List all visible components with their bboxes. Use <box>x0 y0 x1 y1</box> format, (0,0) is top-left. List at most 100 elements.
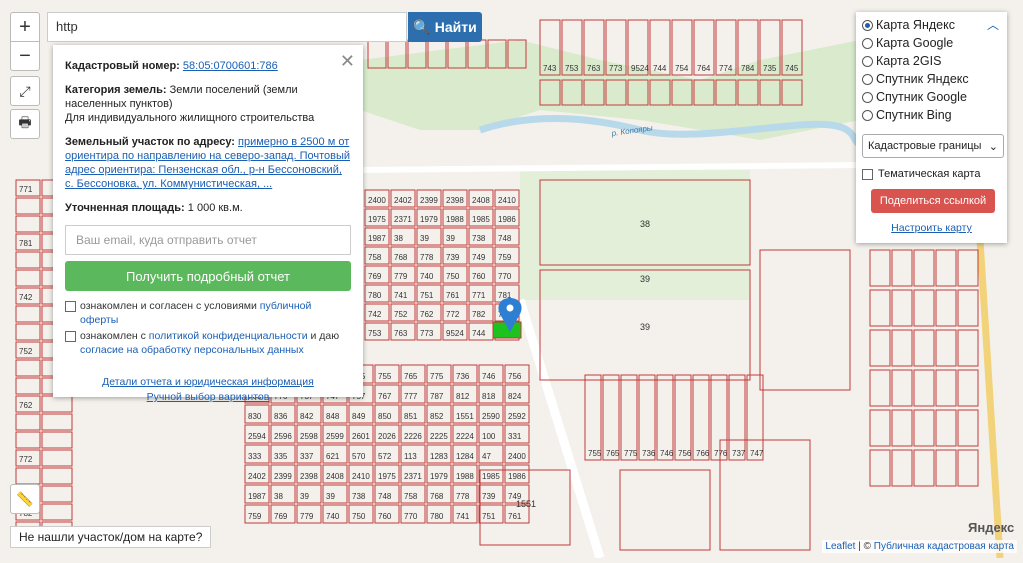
parcel-label: 1979 <box>430 472 448 481</box>
setup-map-link[interactable]: Настроить карту <box>862 222 1001 234</box>
print-icon[interactable]: 🖶 <box>10 109 40 139</box>
zoom-in-button[interactable]: + <box>10 12 40 42</box>
parcel-label: 780 <box>368 291 382 300</box>
fullscreen-icon[interactable]: ⤢ <box>10 76 40 106</box>
parcel-label: 755 <box>378 372 392 381</box>
parcel-label: 760 <box>378 512 392 521</box>
layer-option[interactable]: Спутник Bing <box>862 106 1001 124</box>
layer-option-label: Карта Яндекс <box>876 18 955 32</box>
parcel-label: 743 <box>543 64 557 73</box>
parcel-label: 769 <box>368 272 382 281</box>
parcel-label: 1985 <box>482 472 500 481</box>
parcel-label: 768 <box>394 253 408 262</box>
cadastral-number: Кадастровый номер: 58:05:0700601:786 <box>65 60 278 72</box>
layer-option[interactable]: Спутник Google <box>862 88 1001 106</box>
parcel-label: 2410 <box>498 196 516 205</box>
parcel-label: 849 <box>352 412 366 421</box>
parcel-label: 739 <box>446 253 460 262</box>
parcel-label: 570 <box>352 452 366 461</box>
parcel-label: 758 <box>404 492 418 501</box>
parcel-label: 760 <box>472 272 486 281</box>
parcel-label: 747 <box>750 449 764 458</box>
parcel-label: 1985 <box>472 215 490 224</box>
radio-icon[interactable] <box>862 37 873 49</box>
parcel-label: 767 <box>378 392 392 401</box>
radio-icon[interactable] <box>862 91 873 103</box>
parcel-label: 782 <box>472 310 486 319</box>
cadastral-number-link[interactable]: 58:05:0700601:786 <box>183 60 278 72</box>
details-link[interactable]: Детали отчета и юридическая информация <box>65 375 351 390</box>
parcel-label: 780 <box>430 512 444 521</box>
offer-agree-checkbox[interactable]: ознакомлен и согласен с условиями публич… <box>65 299 351 327</box>
share-button[interactable]: Поделиться ссылкой <box>871 189 995 213</box>
parcel-label-38: 38 <box>640 219 650 229</box>
search-button[interactable]: 🔍 Найти <box>408 12 482 42</box>
parcel-label: 1551 <box>456 412 474 421</box>
parcel-label: 771 <box>19 185 33 194</box>
zoom-out-button[interactable]: − <box>10 41 40 71</box>
parcel-label: 778 <box>420 253 434 262</box>
parcel-label: 2398 <box>446 196 464 205</box>
layer-option[interactable]: Карта 2GIS <box>862 52 1001 70</box>
not-found-button[interactable]: Не нашли участок/дом на карте? <box>10 526 212 548</box>
parcel-label: 744 <box>472 329 486 338</box>
parcel-label: 2601 <box>352 432 370 441</box>
parcel-label-1551: 1551 <box>516 499 536 509</box>
parcel-label: 741 <box>456 512 470 521</box>
parcel-label: 772 <box>446 310 460 319</box>
parcel-label: 762 <box>19 401 33 410</box>
parcel-label: 746 <box>482 372 496 381</box>
radio-icon[interactable] <box>862 55 873 67</box>
checkbox-icon[interactable] <box>65 301 76 312</box>
chevron-up-icon[interactable]: ︿ <box>987 16 999 33</box>
parcel-label: 768 <box>430 492 444 501</box>
parcel-label: 751 <box>420 291 434 300</box>
parcel-label-39b: 39 <box>640 322 650 332</box>
overlay-select[interactable]: Кадастровые границы ⌄ <box>862 134 1004 158</box>
parcel-label: 100 <box>482 432 496 441</box>
search-input[interactable]: http <box>47 12 407 42</box>
parcel-label: 749 <box>472 253 486 262</box>
privacy-link[interactable]: политикой конфиденциальности <box>149 330 308 342</box>
layer-option[interactable]: Карта Яндекс <box>862 16 1001 34</box>
close-icon[interactable]: ✕ <box>340 51 355 72</box>
parcel-label: 2410 <box>352 472 370 481</box>
email-field[interactable]: Ваш email, куда отправить отчет <box>65 225 351 255</box>
parcel-label: 39 <box>446 234 455 243</box>
checkbox-icon[interactable] <box>65 331 76 342</box>
parcel-label: 2594 <box>248 432 266 441</box>
consent-link[interactable]: согласие на обработку персональных данны… <box>80 344 304 356</box>
radio-icon[interactable] <box>862 73 873 85</box>
parcel-label: 755 <box>588 449 602 458</box>
parcel-label: 1987 <box>368 234 386 243</box>
parcel-label: 756 <box>678 449 692 458</box>
parcel-label: 735 <box>763 64 777 73</box>
parcel-label: 750 <box>352 512 366 521</box>
parcel-label: 2590 <box>482 412 500 421</box>
parcel-label: 772 <box>19 455 33 464</box>
parcel-label: 784 <box>741 64 755 73</box>
manual-select-link[interactable]: Ручной выбор вариантов <box>65 390 351 405</box>
layer-option[interactable]: Спутник Яндекс <box>862 70 1001 88</box>
privacy-agree-checkbox[interactable]: ознакомлен с политикой конфиденциальност… <box>65 329 351 357</box>
parcel-label: 2371 <box>394 215 412 224</box>
parcel-label: 836 <box>274 412 288 421</box>
parcel-label: 766 <box>696 449 710 458</box>
radio-icon[interactable] <box>862 109 873 121</box>
thematic-checkbox[interactable]: Тематическая карта <box>862 168 1001 180</box>
get-report-button[interactable]: Получить подробный отчет <box>65 261 351 291</box>
parcel-label: 761 <box>508 512 522 521</box>
ruler-icon[interactable]: 📏 <box>10 484 40 514</box>
radio-icon[interactable] <box>862 19 873 31</box>
checkbox-icon[interactable] <box>862 168 873 180</box>
parcel-label: 812 <box>456 392 470 401</box>
parcel-label: 748 <box>378 492 392 501</box>
layer-option[interactable]: Карта Google <box>862 34 1001 52</box>
layer-option-label: Спутник Bing <box>876 108 952 122</box>
pkk-link[interactable]: Публичная кадастровая карта <box>874 541 1014 552</box>
parcel-label: 9524 <box>631 64 649 73</box>
parcel-label: 739 <box>482 492 496 501</box>
leaflet-link[interactable]: Leaflet <box>825 541 855 552</box>
search-button-label: Найти <box>434 19 477 35</box>
parcel-label: 776 <box>714 449 728 458</box>
